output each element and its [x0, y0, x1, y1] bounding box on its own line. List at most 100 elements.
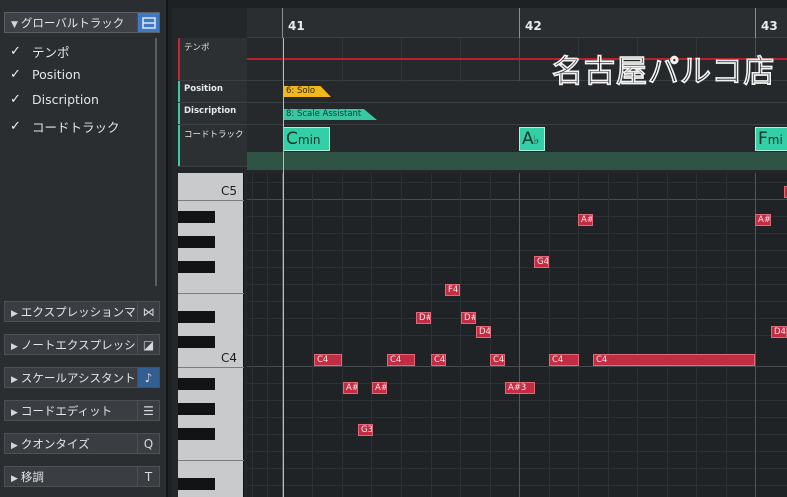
black-key[interactable] [178, 336, 215, 348]
grid-line [667, 173, 668, 497]
checkmark-icon: ✓ [10, 119, 21, 134]
black-key[interactable] [178, 428, 215, 440]
midi-note[interactable]: C4 [431, 354, 446, 366]
pitch-row-line [247, 267, 787, 268]
position-track-header[interactable]: Position [178, 81, 247, 103]
midi-note[interactable]: A#3 [505, 382, 535, 394]
grid-line [431, 173, 432, 497]
black-key[interactable] [178, 478, 215, 490]
chord-edit-icon[interactable]: ☰ [137, 401, 159, 420]
global-track-item-tempo[interactable]: ✓ テンポ [10, 42, 70, 61]
note-expression-section-header[interactable]: ▶ノートエクスプレッション ◪ [4, 334, 160, 355]
black-key[interactable] [178, 378, 215, 390]
quantize-icon[interactable]: Q [137, 434, 159, 453]
section-label: エクスプレッションマップ [20, 304, 137, 319]
track-name: Position [184, 84, 223, 94]
global-track-item-position[interactable]: ✓ Position [10, 67, 81, 82]
discription-marker[interactable]: 8: Scale Assistant [283, 109, 377, 120]
scale-assistant-icon[interactable]: ♪ [137, 368, 159, 387]
midi-note[interactable]: D4 [476, 326, 491, 338]
track-color-stripe [178, 38, 180, 80]
section-label: 移調 [20, 469, 44, 484]
grid-line [608, 173, 609, 497]
pitch-row-line [247, 250, 787, 251]
track-name: コードトラック [184, 130, 244, 140]
position-marker[interactable]: 6: Solo [283, 86, 331, 97]
midi-note[interactable]: A# [755, 214, 771, 226]
transpose-section-header[interactable]: ▶ 移調 T [4, 466, 160, 487]
grid-line [549, 173, 550, 497]
white-key-divider [178, 367, 244, 368]
pitch-row-line [247, 335, 787, 336]
grid-line [519, 173, 520, 497]
pitch-row-line [247, 434, 787, 435]
midi-note[interactable]: C4 [490, 354, 505, 366]
midi-note[interactable]: A#3 [343, 382, 358, 394]
piano-keyboard[interactable]: C5 C4 [178, 173, 244, 497]
global-track-item-discription[interactable]: ✓ Discription [10, 92, 99, 107]
playhead-cursor[interactable] [283, 38, 284, 497]
chord-event[interactable]: Cmin [283, 127, 330, 151]
black-key[interactable] [178, 211, 215, 223]
global-tracks-panel-icon[interactable] [137, 13, 159, 32]
midi-note[interactable]: C4 [387, 354, 415, 366]
midi-note[interactable]: A# [578, 214, 593, 226]
section-label: スケールアシスタント [20, 370, 136, 385]
pitch-row-line [247, 182, 787, 183]
midi-note[interactable]: D# [461, 312, 476, 324]
checkmark-icon: ✓ [10, 92, 21, 107]
midi-note[interactable]: C4 [314, 354, 342, 366]
note-expression-icon[interactable]: ◪ [137, 335, 159, 354]
transpose-icon[interactable]: T [137, 467, 159, 486]
midi-note[interactable]: D# [416, 312, 431, 324]
scale-assistant-section-header[interactable]: ▶ スケールアシスタント ♪ [4, 367, 160, 388]
track-name: テンポ [184, 43, 210, 53]
global-track-label: Discription [32, 92, 99, 107]
midi-note[interactable]: C4 [549, 354, 579, 366]
pitch-row-line [247, 451, 787, 452]
grid-line [637, 173, 638, 497]
expression-map-section-header[interactable]: ▶エクスプレッションマップ ⋈ [4, 301, 160, 322]
midi-note[interactable]: A# [372, 382, 387, 394]
tempo-track-header[interactable]: テンポ [178, 38, 247, 81]
global-track-label: コードトラック [32, 120, 120, 135]
black-key[interactable] [178, 261, 215, 273]
timeline-ruler[interactable]: 41 42 43 [247, 8, 787, 38]
store-watermark: 名古屋パルコ店 [552, 54, 776, 91]
midi-note[interactable]: F4 [445, 284, 460, 296]
pitch-row-line [247, 284, 787, 285]
chord-suffix: ♭ [533, 133, 540, 147]
midi-note[interactable]: D4 [771, 326, 787, 338]
track-color-stripe [178, 103, 180, 124]
collapse-triangle-icon: ▶ [11, 341, 18, 352]
chord-event[interactable]: A♭ [519, 127, 545, 151]
global-tracks-scrollbar[interactable] [155, 38, 157, 286]
chord-event[interactable]: Fmi [755, 127, 787, 151]
global-tracks-label: グローバルトラック [20, 15, 125, 30]
grid-line [312, 173, 313, 497]
pitch-row-line [247, 301, 787, 302]
quantize-section-header[interactable]: ▶ クオンタイズ Q [4, 433, 160, 454]
key-label-c4: C4 [220, 351, 237, 365]
chord-lane[interactable]: Cmin A♭ Fmi [247, 125, 787, 170]
global-track-item-chord[interactable]: ✓ コードトラック [10, 117, 120, 136]
black-key[interactable] [178, 236, 215, 248]
chord-edit-section-header[interactable]: ▶ コードエディット ☰ [4, 400, 160, 421]
black-key[interactable] [178, 311, 215, 323]
grid-line [371, 173, 372, 497]
note-grid[interactable]: C4 A#3 A# G3 C4 D# F4 C4 D# D4 C4 A#3 G4… [247, 173, 787, 497]
expression-map-icon[interactable]: ⋈ [137, 302, 159, 321]
global-track-label: テンポ [32, 45, 70, 60]
bar-number: 43 [761, 19, 778, 33]
chord-track-header[interactable]: コードトラック [178, 125, 247, 167]
discription-track-header[interactable]: Discription [178, 103, 247, 125]
chord-suffix: min [297, 133, 321, 147]
midi-note[interactable]: G3 [358, 424, 373, 436]
global-tracks-section-header[interactable]: ▼ グローバルトラック [4, 12, 160, 33]
discription-lane[interactable]: 8: Scale Assistant [247, 103, 787, 125]
key-editor: 41 42 43 テンポ Position Discription コードトラッ… [172, 8, 787, 497]
midi-note[interactable]: C4 [593, 354, 755, 366]
black-key[interactable] [178, 403, 215, 415]
midi-note[interactable]: G4 [534, 256, 549, 268]
collapse-triangle-icon: ▶ [11, 407, 18, 418]
